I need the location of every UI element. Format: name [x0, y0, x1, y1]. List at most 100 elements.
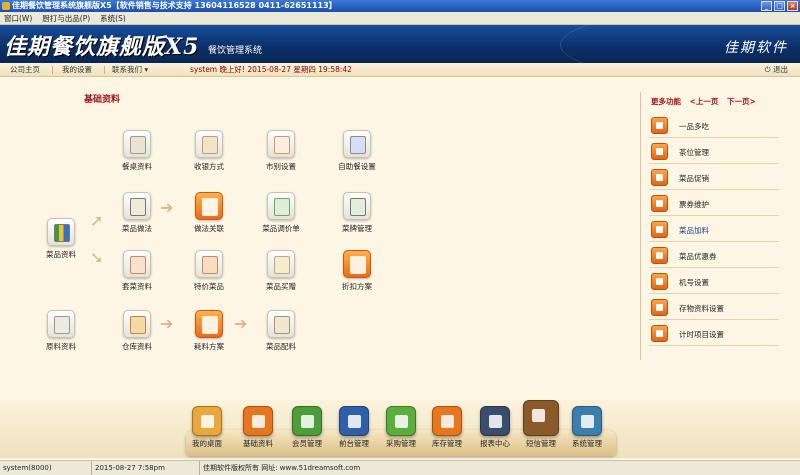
node-label: 市别设置 [266, 162, 296, 171]
sidebar-item-tea-seat[interactable]: 茶位管理 [649, 140, 779, 164]
nav-bar: 公司主页 我的设置 联系我们 ▾ system 晚上好! 2015-08-27 … [0, 63, 800, 77]
dock-label: 报表中心 [480, 439, 510, 448]
node-label: 菜品买赠 [266, 282, 296, 291]
market-setting-node[interactable]: 市别设置 [246, 130, 316, 172]
gear-icon [572, 406, 602, 436]
contact-link[interactable]: 联系我们 ▾ [112, 63, 148, 77]
node-label: 菜品资料 [46, 250, 76, 259]
self-order-node[interactable]: 自助餐设置 [322, 130, 392, 172]
report-icon [480, 406, 510, 436]
dock-purchase[interactable]: 采购管理 [378, 406, 424, 449]
document-icon [651, 325, 668, 342]
dock-sms[interactable]: 短信管理 [518, 400, 564, 449]
menu-bar: 窗口(W) 厨打与出品(P) 系统(S) [0, 12, 800, 25]
logout-link[interactable]: ⏻ 退出 [765, 63, 788, 77]
app-banner: 佳期餐饮旗舰版X5 餐饮管理系统 佳期软件 [0, 25, 800, 63]
panel-header: 更多功能 <上一页 下一页> [651, 96, 756, 107]
cooking-link-node[interactable]: 做法关联 [174, 192, 244, 234]
receipt-icon [195, 130, 223, 158]
settings-link[interactable]: 我的设置 [62, 63, 92, 77]
grid-icon [651, 221, 668, 238]
sidebar-item-machine[interactable]: 机号设置 [649, 270, 779, 294]
node-label: 原料资料 [46, 342, 76, 351]
sidebar-item-add-ingredient[interactable]: 菜品加料 [649, 218, 779, 242]
close-button[interactable]: × [787, 1, 798, 11]
ticket-icon [651, 195, 668, 212]
dock-reports[interactable]: 报表中心 [472, 406, 518, 449]
sidebar-item-coupon[interactable]: 菜品优惠券 [649, 244, 779, 268]
status-datetime: 2015-08-27 7:58pm [92, 461, 200, 475]
divider [52, 66, 53, 74]
minimize-button[interactable]: _ [761, 1, 772, 11]
cart-icon [47, 310, 75, 338]
node-label: 菜品做法 [122, 224, 152, 233]
node-label: 耗料方案 [194, 342, 224, 351]
dock-member[interactable]: 会员管理 [284, 406, 330, 449]
status-copyright: 佳期软件版权所有 网址: www.51dreamsoft.com [203, 464, 361, 472]
dock-basic-data[interactable]: 基础资料 [235, 406, 281, 449]
dock-front-desk[interactable]: 前台管理 [331, 406, 377, 449]
menu-kitchen-print[interactable]: 厨打与出品(P) [42, 13, 90, 24]
node-label: 自助餐设置 [338, 162, 376, 171]
document-list-icon [267, 130, 295, 158]
grid-icon [651, 299, 668, 316]
node-label: 做法关联 [194, 224, 224, 233]
user-icon [292, 406, 322, 436]
special-dish-node[interactable]: 特价菜品 [174, 250, 244, 292]
node-label: 收银方式 [194, 162, 224, 171]
settings-document-icon [343, 192, 371, 220]
node-label: 菜牌管理 [342, 224, 372, 233]
maximize-button[interactable]: □ [774, 1, 785, 11]
app-subtitle: 餐饮管理系统 [208, 46, 263, 56]
node-label: 餐桌资料 [122, 162, 152, 171]
ingredients-node[interactable]: 菜品配料 [246, 310, 316, 352]
set-menu-node[interactable]: 套菜资料 [102, 250, 172, 292]
table-data-node[interactable]: 餐桌资料 [102, 130, 172, 172]
app-logo: 佳期餐饮旗舰版X5 [4, 34, 200, 60]
document-icon [243, 406, 273, 436]
logout-icon: ⏻ [764, 65, 773, 74]
payment-method-node[interactable]: 收银方式 [174, 130, 244, 172]
cart-icon [386, 406, 416, 436]
dock-system[interactable]: 系统管理 [564, 406, 610, 449]
menu-system[interactable]: 系统(S) [100, 13, 126, 24]
dock-label: 采购管理 [386, 439, 416, 448]
menu-board-node[interactable]: 菜牌管理 [322, 192, 392, 234]
sidebar-item-label: 茶位管理 [679, 148, 709, 157]
buy-gift-node[interactable]: 菜品买赠 [246, 250, 316, 292]
sidebar-item-storage[interactable]: 存物资料设置 [649, 296, 779, 320]
raw-material-node[interactable]: 原料资料 [26, 310, 96, 352]
star-document-icon [267, 250, 295, 278]
node-label: 特价菜品 [194, 282, 224, 291]
sidebar-item-label: 存物资料设置 [679, 304, 724, 313]
status-bar: system(8000) 2015-08-27 7:58pm 佳期软件版权所有 … [0, 460, 800, 475]
menu-data-node[interactable]: 菜品资料 [26, 218, 96, 260]
sidebar-item-ticket[interactable]: 票券维护 [649, 192, 779, 216]
dock-desktop[interactable]: 我的桌面 [184, 406, 230, 449]
sidebar-item-label: 票券维护 [679, 200, 709, 209]
sidebar-item-promotion[interactable]: 菜品促销 [649, 166, 779, 190]
sidebar-item-label: 计时项目设置 [679, 330, 724, 339]
sidebar-item-multi-eat[interactable]: 一品多吃 [649, 114, 779, 138]
discount-plan-node[interactable]: 折扣方案 [322, 250, 392, 292]
price-adjust-node[interactable]: 菜品调价单 [246, 192, 316, 234]
dock-label: 系统管理 [572, 439, 602, 448]
buffet-icon [343, 130, 371, 158]
next-page-link[interactable]: 下一页> [727, 97, 756, 106]
node-label: 套菜资料 [122, 282, 152, 291]
sidebar-item-label: 机号设置 [679, 278, 709, 287]
inventory-icon [432, 406, 462, 436]
window-titlebar: 佳期餐饮管理系统旗舰版X5【软件销售与技术支持 13604116528 0411… [0, 0, 800, 12]
dock-inventory[interactable]: 库存管理 [424, 406, 470, 449]
sidebar-item-label: 一品多吃 [679, 122, 709, 131]
import-icon [195, 310, 223, 338]
prev-page-link[interactable]: <上一页 [690, 97, 719, 106]
sidebar-item-label: 菜品优惠券 [679, 252, 717, 261]
document-icon [651, 117, 668, 134]
divider [104, 66, 105, 74]
dock-label: 会员管理 [292, 439, 322, 448]
document-icon [195, 192, 223, 220]
sidebar-item-timer[interactable]: 计时项目设置 [649, 322, 779, 346]
home-link[interactable]: 公司主页 [10, 63, 40, 77]
menu-window[interactable]: 窗口(W) [4, 13, 32, 24]
